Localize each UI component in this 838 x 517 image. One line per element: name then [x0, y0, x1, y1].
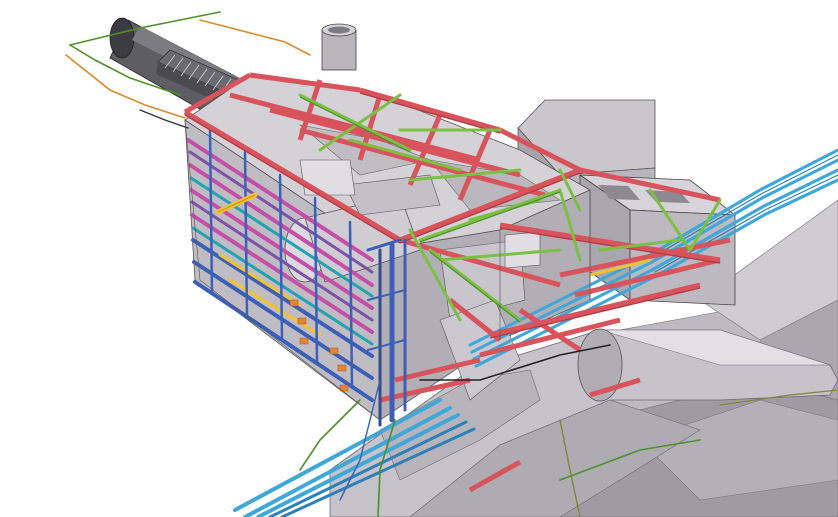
structure-drawing [65, 11, 838, 517]
chimney-cylinder [321, 23, 357, 71]
bim-structure-render [0, 0, 838, 517]
